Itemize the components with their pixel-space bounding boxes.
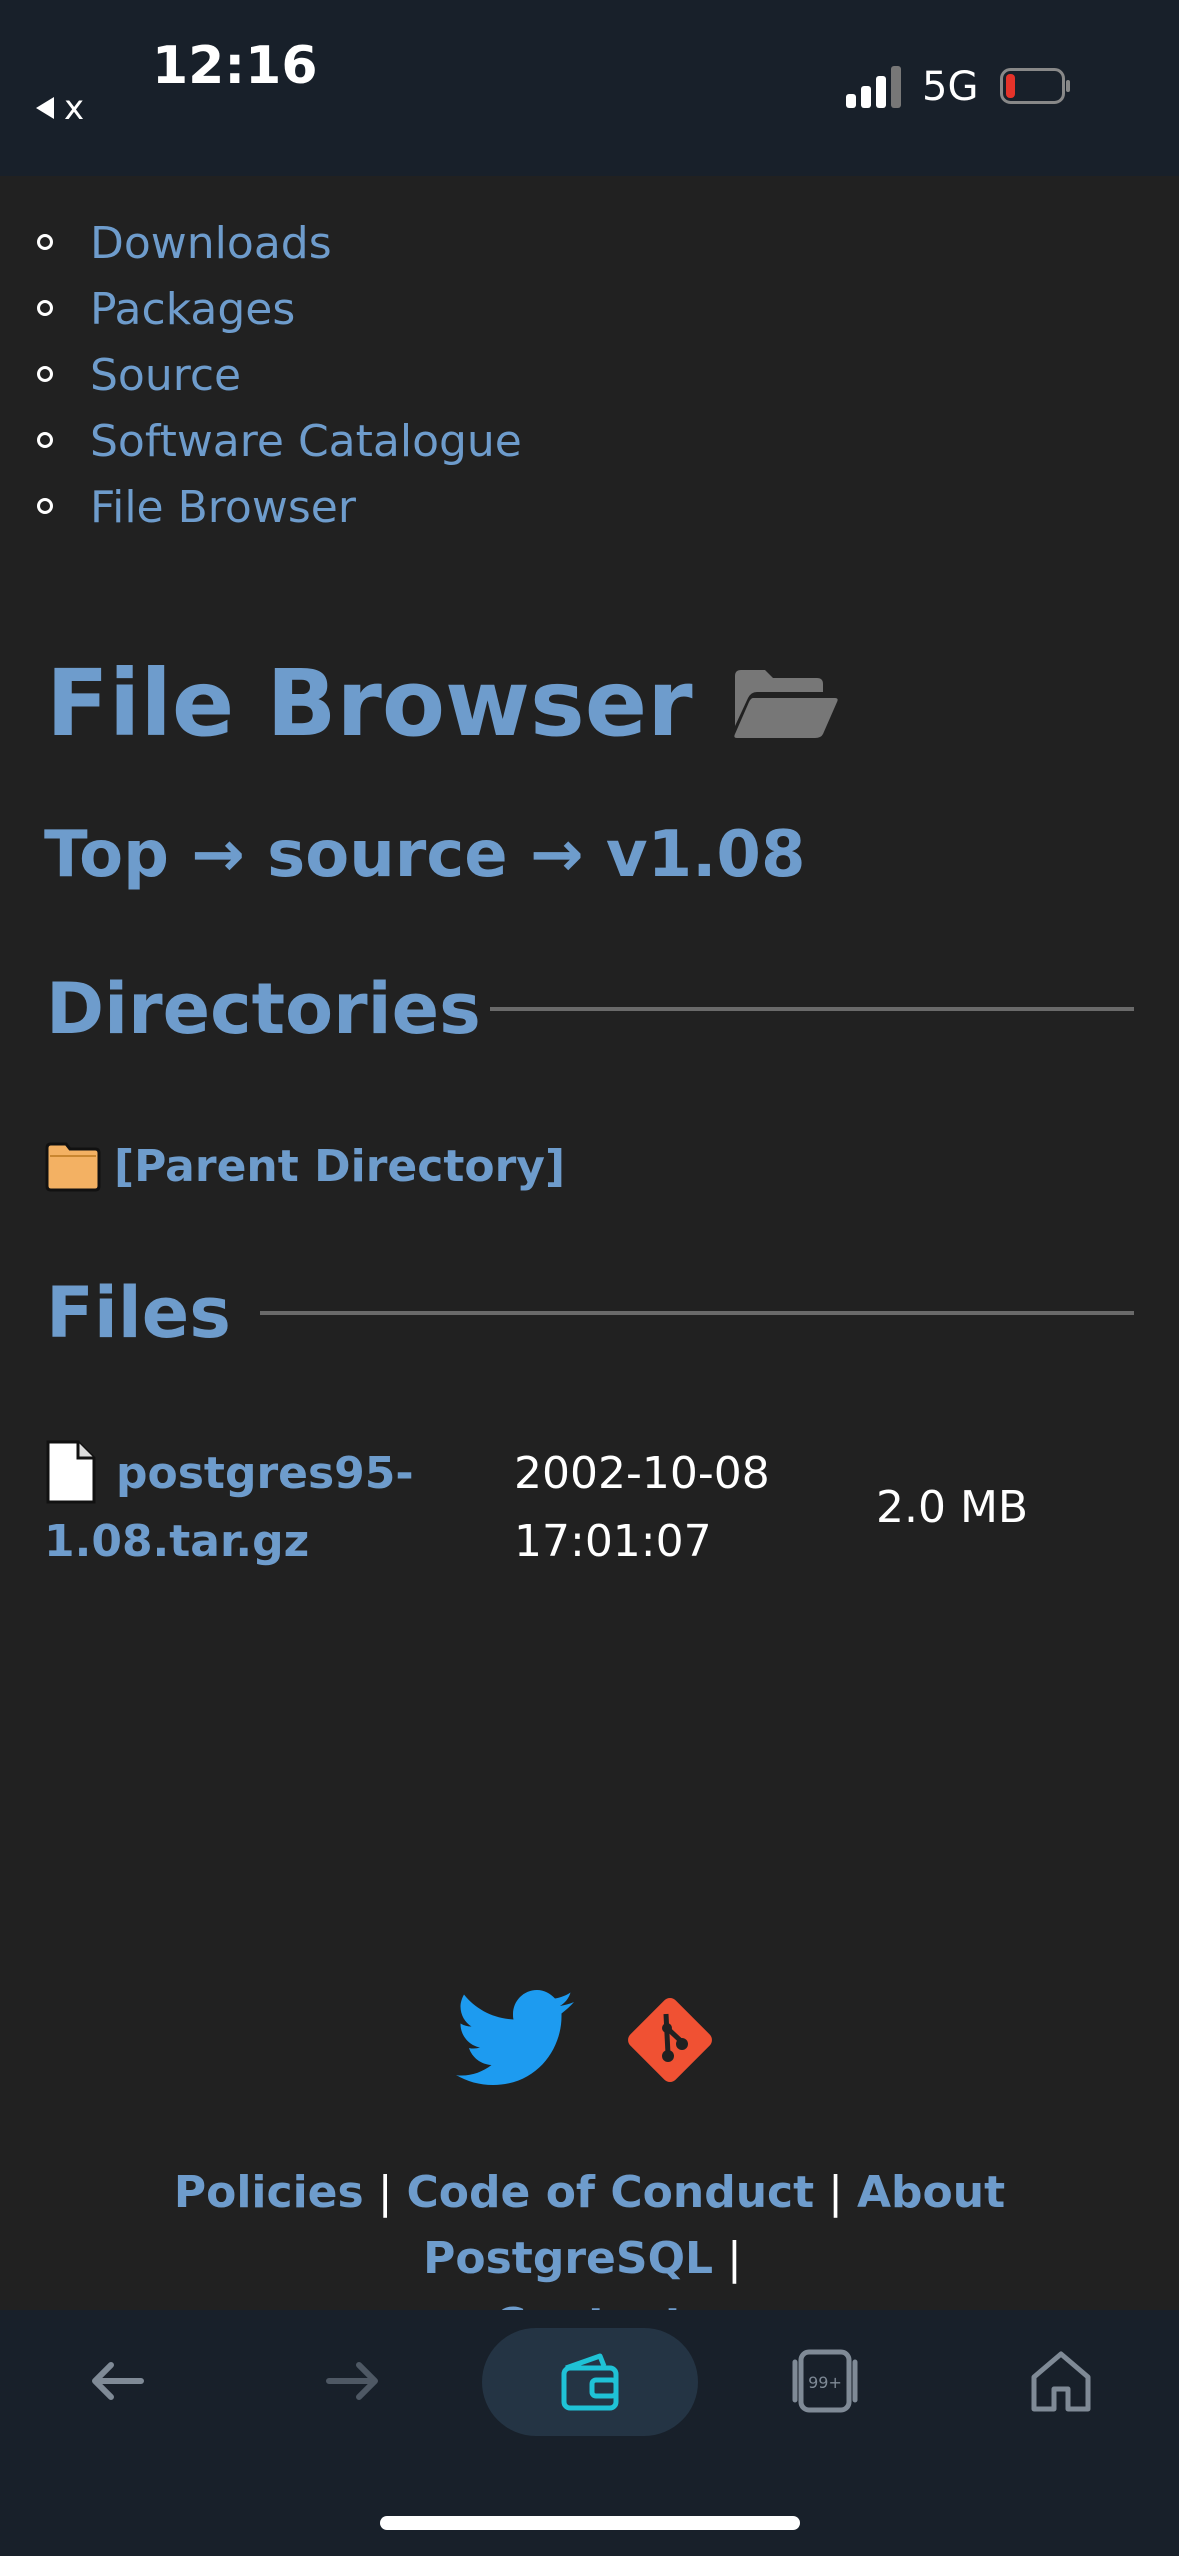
file-date: 2002-10-08 17:01:07 [514, 1448, 770, 1567]
folder-icon [45, 1142, 101, 1192]
home-indicator [380, 2516, 800, 2530]
page-title-row: File Browser [46, 650, 839, 757]
breadcrumb-current[interactable]: v1.08 [606, 818, 806, 892]
footer-code-of-conduct-link[interactable]: Code of Conduct [407, 2167, 815, 2218]
footer-separator: | [727, 2233, 742, 2284]
file-row: postgres95-1.08.tar.gz 2002-10-08 17:01:… [44, 1440, 1144, 1580]
file-link[interactable]: postgres95-1.08.tar.gz [44, 1440, 444, 1576]
back-triangle-icon [36, 97, 54, 119]
wallet-button[interactable] [482, 2328, 698, 2436]
bullet-icon [37, 300, 53, 316]
browser-forward-button[interactable] [298, 2336, 408, 2426]
arrow-right-icon [326, 2362, 378, 2400]
wallet-icon [561, 2353, 619, 2411]
bullet-icon [37, 366, 53, 382]
back-app-label: x [64, 88, 85, 128]
bullet-icon [37, 432, 53, 448]
breadcrumb-source-link[interactable]: source [267, 818, 508, 892]
breadcrumb-arrow: → [529, 818, 584, 892]
directories-divider [490, 1007, 1134, 1011]
battery-low-icon [1000, 68, 1070, 104]
nav-link-source[interactable]: Source [90, 350, 241, 401]
files-heading-row: Files [46, 1272, 231, 1354]
directories-heading-row: Directories [46, 968, 481, 1050]
parent-directory-row: [Parent Directory] [44, 1140, 565, 1192]
tabs-icon: 99+ [792, 2349, 858, 2413]
nav-link-file-browser[interactable]: File Browser [90, 482, 356, 533]
git-icon[interactable] [620, 1990, 720, 2090]
status-time: 12:16 [152, 36, 318, 96]
cellular-signal-icon [846, 66, 901, 108]
tabs-count: 99+ [808, 2373, 842, 2392]
files-divider [260, 1311, 1134, 1315]
folder-open-icon [733, 669, 838, 738]
bullet-icon [37, 234, 53, 250]
network-type: 5G [922, 64, 979, 110]
parent-directory-link[interactable]: [Parent Directory] [114, 1141, 565, 1192]
breadcrumb-top-link[interactable]: Top [44, 818, 169, 892]
directories-heading: Directories [46, 968, 481, 1050]
page-title: File Browser [46, 650, 693, 757]
files-heading: Files [46, 1272, 231, 1354]
breadcrumb-arrow: → [191, 818, 245, 892]
bullet-icon [37, 498, 53, 514]
home-button[interactable] [1006, 2336, 1116, 2426]
home-icon [1031, 2351, 1091, 2412]
footer-separator: | [377, 2167, 393, 2218]
twitter-icon[interactable] [456, 1990, 576, 2090]
footer-policies-link[interactable]: Policies [174, 2167, 364, 2218]
arrow-left-icon [92, 2362, 144, 2400]
nav-link-software-catalogue[interactable]: Software Catalogue [90, 416, 522, 467]
footer-separator: | [828, 2167, 843, 2218]
back-to-app-button[interactable]: x [36, 88, 84, 128]
browser-back-button[interactable] [62, 2336, 172, 2426]
nav-link-packages[interactable]: Packages [90, 284, 295, 335]
tabs-button[interactable]: 99+ [770, 2336, 880, 2426]
file-size: 2.0 MB [876, 1482, 1029, 1533]
breadcrumb: Top → source → v1.08 [44, 818, 805, 892]
nav-link-downloads[interactable]: Downloads [90, 218, 332, 269]
